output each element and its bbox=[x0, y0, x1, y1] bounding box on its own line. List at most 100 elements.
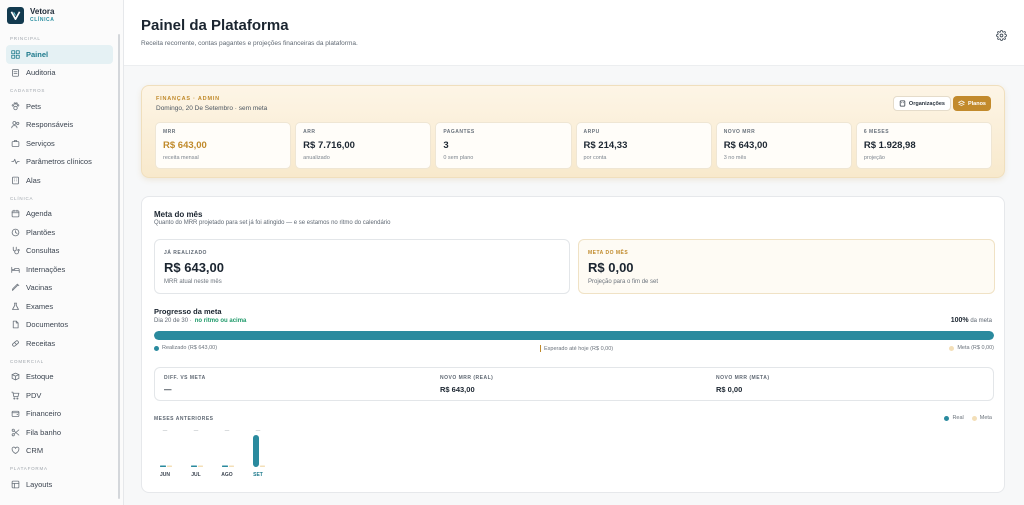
sidebar-item-label: Estoque bbox=[26, 372, 54, 382]
previous-months-chart: — JUN — JUL — AGO — SET bbox=[160, 428, 265, 478]
nav-section-title: CADASTROS bbox=[10, 88, 46, 93]
sidebar-item-consultas[interactable]: Consultas bbox=[6, 242, 113, 261]
sidebar-item-label: Agenda bbox=[26, 209, 52, 219]
kpi-sub: por conta bbox=[583, 155, 607, 161]
page-title: Painel da Plataforma bbox=[141, 17, 289, 34]
sidebar-item-label: Serviços bbox=[26, 138, 55, 148]
sidebar-item-label: Financeiro bbox=[26, 409, 62, 419]
sidebar-item-label: Pets bbox=[26, 101, 42, 111]
sidebar-item-pdv[interactable]: PDV bbox=[6, 386, 113, 405]
building-icon bbox=[11, 176, 20, 185]
sidebar-item-estoque[interactable]: Estoque bbox=[6, 368, 113, 387]
stethoscope-icon bbox=[11, 246, 20, 255]
sidebar-item-label: Exames bbox=[26, 301, 54, 311]
bar-meta-jun bbox=[167, 465, 172, 467]
finance-tag: FINANÇAS · ADMIN bbox=[156, 96, 220, 102]
kpi-card: PAGANTES 3 0 sem plano bbox=[435, 122, 572, 169]
progress-day-text: Dia 20 de 30 · bbox=[154, 318, 192, 324]
nav-section-title: CLÍNICA bbox=[10, 195, 34, 201]
sidebar-item-fila-banho[interactable]: Fila banho bbox=[6, 423, 113, 442]
nav-section-title: PLATAFORMA bbox=[10, 466, 48, 471]
legend-expected: Esperado até hoje (R$ 0,00) bbox=[540, 345, 613, 352]
sidebar-item-responsaveis[interactable]: Responsáveis bbox=[6, 116, 113, 135]
bar-real-jun bbox=[160, 465, 166, 467]
sidebar-item-label: Parâmetros clínicos bbox=[26, 157, 92, 167]
settings-gear-icon[interactable] bbox=[996, 28, 1007, 41]
legend-expected-text: Esperado até hoje (R$ 0,00) bbox=[544, 345, 614, 352]
kpi-sub: 3 no mês bbox=[723, 155, 747, 161]
sidebar-item-financeiro[interactable]: Financeiro bbox=[6, 405, 113, 424]
grid-icon bbox=[11, 50, 20, 59]
brand-subtitle: CLÍNICA bbox=[30, 17, 55, 23]
layout-icon bbox=[11, 480, 20, 489]
legend-target: Meta (R$ 0,00) bbox=[949, 345, 994, 351]
new-mrr-real-label: NOVO MRR (REAL) bbox=[440, 375, 494, 381]
sidebar-item-label: Plantões bbox=[26, 227, 56, 237]
sidebar-item-internacoes[interactable]: Internações bbox=[6, 260, 113, 279]
sidebar-item-alas[interactable]: Alas bbox=[6, 171, 113, 190]
building-icon bbox=[899, 100, 906, 107]
sidebar-item-exames[interactable]: Exames bbox=[6, 297, 113, 316]
bar-real-jul bbox=[191, 465, 197, 467]
sidebar-item-documentos[interactable]: Documentos bbox=[6, 316, 113, 335]
sidebar-item-painel[interactable]: Painel bbox=[6, 45, 113, 64]
realized-box: JÁ REALIZADO R$ 643,00 MRR atual neste m… bbox=[154, 239, 570, 294]
plans-button[interactable]: Planos bbox=[952, 96, 991, 111]
flask-icon bbox=[11, 302, 20, 311]
sidebar-item-crm[interactable]: CRM bbox=[6, 442, 113, 461]
bar-real-ago bbox=[222, 465, 228, 467]
sidebar-item-label: Vacinas bbox=[26, 283, 53, 293]
finance-date: Domingo, 20 De Setembro · sem meta bbox=[156, 105, 268, 112]
progress-bar-fill bbox=[154, 331, 994, 340]
sidebar-item-plantoes[interactable]: Plantões bbox=[6, 223, 113, 242]
pill-icon bbox=[11, 339, 20, 348]
sidebar-item-label: Painel bbox=[26, 49, 49, 59]
sidebar-item-servicos[interactable]: Serviços bbox=[6, 134, 113, 153]
new-mrr-real: NOVO MRR (REAL) R$ 643,00 bbox=[440, 375, 493, 394]
sidebar-item-label: Auditoria bbox=[26, 68, 56, 78]
legend-meta: Meta bbox=[979, 415, 992, 421]
kpi-value: R$ 214,33 bbox=[583, 140, 628, 151]
new-mrr-meta-label: NOVO MRR (META) bbox=[716, 375, 770, 381]
progress-status: no ritmo ou acima bbox=[194, 318, 247, 324]
sidebar-item-label: Layouts bbox=[26, 479, 53, 489]
kpi-sub: 0 sem plano bbox=[443, 155, 474, 161]
sidebar-item-receitas[interactable]: Receitas bbox=[6, 334, 113, 353]
kpi-row: MRR R$ 643,00 receita mensal ARR R$ 7.716… bbox=[155, 122, 993, 169]
organizations-button[interactable]: Organizações bbox=[892, 96, 951, 111]
page-header: Painel da Plataforma Receita recorrente,… bbox=[124, 0, 1024, 66]
legend-realized: Realizado (R$ 643,00) bbox=[154, 345, 217, 351]
sidebar-item-agenda[interactable]: Agenda bbox=[6, 205, 113, 224]
goal-card: Meta do mês Quanto do MRR projetado para… bbox=[141, 196, 1005, 493]
page-subtitle: Receita recorrente, contas pagantes e pr… bbox=[141, 40, 358, 47]
organizations-button-label: Organizações bbox=[908, 100, 945, 107]
vetora-logo-icon bbox=[7, 7, 24, 24]
legend-real: Real bbox=[952, 415, 964, 421]
sidebar-item-auditoria[interactable]: Auditoria bbox=[6, 64, 113, 83]
sidebar-item-parametros-clinicos[interactable]: Parâmetros clínicos bbox=[6, 153, 113, 172]
clock-icon bbox=[11, 228, 20, 237]
bar-meta-set bbox=[260, 465, 265, 467]
progress-percent-value: 100% bbox=[950, 317, 969, 324]
brand[interactable]: Vetora CLÍNICA bbox=[0, 0, 123, 30]
month-label-set: SET bbox=[253, 472, 263, 478]
sidebar-item-label: CRM bbox=[26, 446, 44, 456]
diff-box: DIFF. VS META — NOVO MRR (REAL) R$ 643,0… bbox=[154, 367, 994, 401]
kpi-sub: projeção bbox=[863, 155, 885, 161]
sidebar-item-vacinas[interactable]: Vacinas bbox=[6, 279, 113, 298]
nav-section-title: COMERCIAL bbox=[10, 358, 44, 364]
kpi-label: 6 MESES bbox=[863, 129, 890, 135]
sidebar-item-pets[interactable]: Pets bbox=[6, 97, 113, 116]
legend-realized-text: Realizado (R$ 643,00) bbox=[162, 345, 218, 351]
bar-meta-jul bbox=[198, 465, 203, 467]
goal-subtitle: Quanto do MRR projetado para set já foi … bbox=[154, 220, 391, 226]
sidebar-scrollbar[interactable] bbox=[118, 34, 120, 499]
kpi-label: MRR bbox=[163, 129, 176, 135]
sidebar-item-label: Responsáveis bbox=[26, 120, 74, 130]
sidebar-item-label: Internações bbox=[26, 264, 66, 274]
real-dot-icon bbox=[944, 415, 950, 421]
diff-label: DIFF. VS META bbox=[164, 375, 206, 381]
kpi-sub: receita mensal bbox=[163, 155, 199, 161]
target-label: META DO MÊS bbox=[588, 250, 629, 256]
sidebar-item-layouts[interactable]: Layouts bbox=[6, 475, 113, 494]
